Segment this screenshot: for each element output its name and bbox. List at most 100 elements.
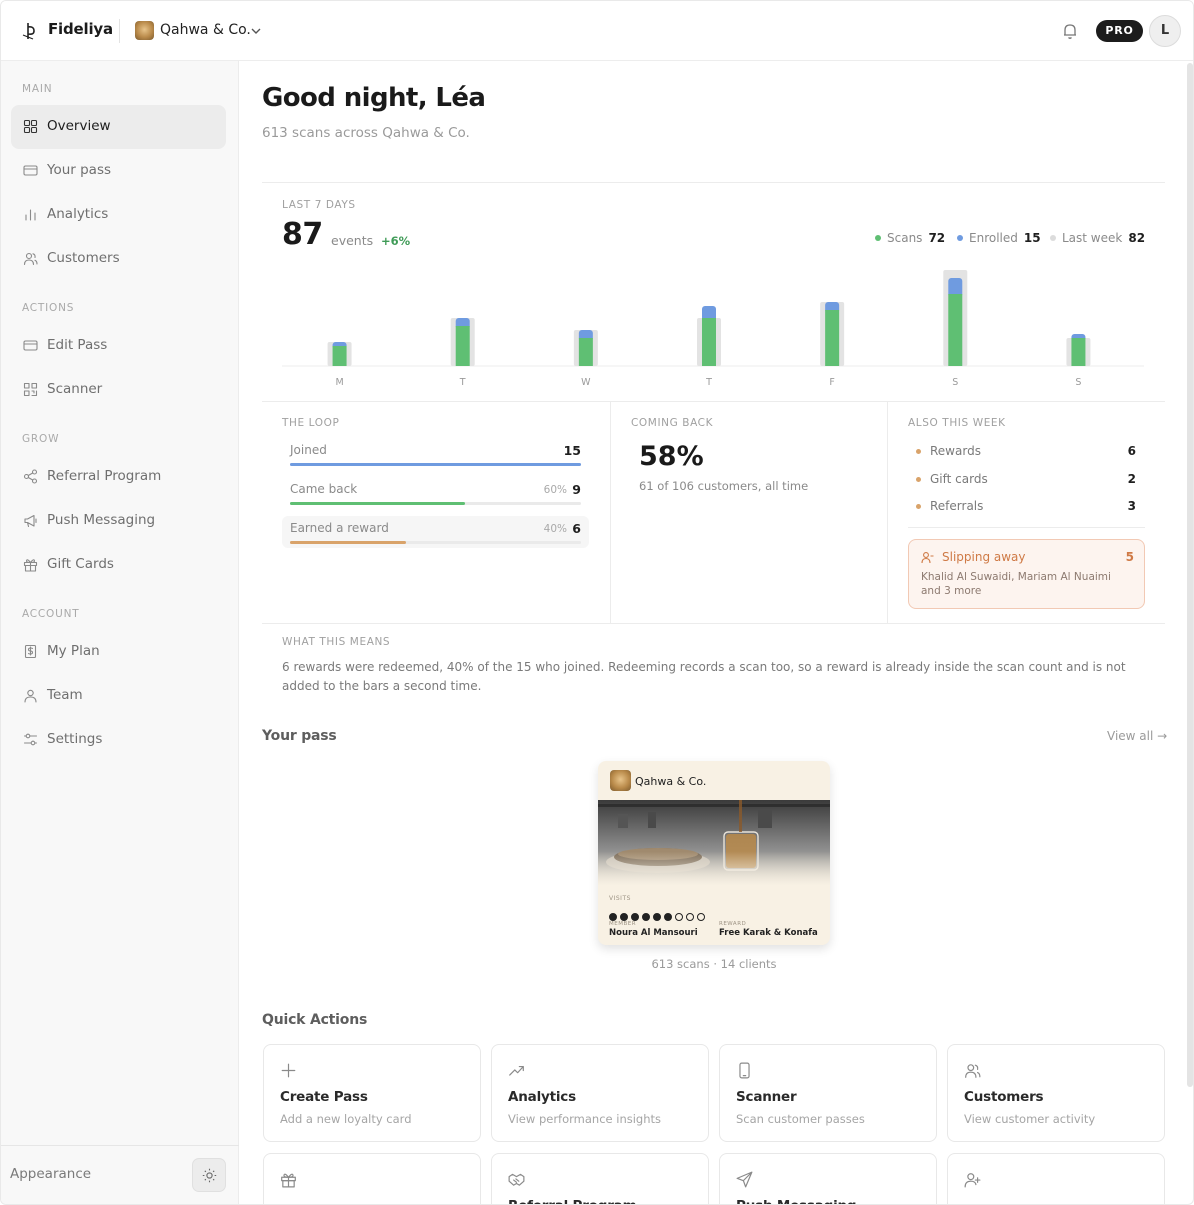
legend-dot — [957, 235, 963, 241]
sidebar-item-label: Push Messaging — [47, 512, 156, 528]
pass-brand: Qahwa & Co. — [635, 775, 707, 788]
quick-action-title: Push Messaging — [736, 1198, 857, 1204]
sidebar-item-scanner[interactable]: Scanner — [11, 368, 226, 412]
sun-icon — [202, 1168, 217, 1183]
scrollbar[interactable] — [1187, 63, 1193, 1087]
member-caption: MEMBER — [609, 921, 637, 927]
megaphone-icon — [24, 514, 37, 528]
sidebar-item-my-plan[interactable]: My Plan — [11, 630, 226, 674]
quick-action-create-pass[interactable]: Create Pass Add a new loyalty card — [263, 1044, 481, 1142]
pass-stats: 613 scans · 14 clients — [651, 957, 777, 971]
bar-scans — [948, 294, 963, 366]
quick-action-title: Scanner — [736, 1089, 797, 1105]
bell-icon[interactable] — [1061, 22, 1079, 40]
also-label: Referrals — [930, 499, 984, 513]
sidebar-item-your-pass[interactable]: Your pass — [11, 149, 226, 193]
loop-progress-track — [290, 541, 581, 544]
also-label: Gift cards — [930, 472, 988, 486]
quick-action-gift[interactable] — [263, 1153, 481, 1204]
x-tick-label: S — [1075, 377, 1081, 388]
loop-label: Joined — [290, 443, 327, 457]
sidebar-item-gift-cards[interactable]: Gift Cards — [11, 543, 226, 587]
divider — [908, 527, 1145, 528]
also-row-referrals[interactable]: Referrals 3 — [914, 499, 1136, 515]
slipping-count: 5 — [1125, 550, 1134, 564]
sidebar-item-overview[interactable]: Overview — [11, 105, 226, 149]
quick-action-referral-program[interactable]: Referral Program — [491, 1153, 709, 1204]
qr-icon — [23, 382, 38, 397]
sidebar-item-label: Referral Program — [47, 468, 162, 484]
bar-scans — [332, 346, 347, 366]
app-window: Fideliya Qahwa & Co. PRO L Appearance MA… — [0, 0, 1194, 1205]
stamp-filled — [642, 913, 650, 921]
users-icon — [23, 252, 38, 266]
sidebar-item-push-messaging[interactable]: Push Messaging — [11, 499, 226, 543]
sidebar-item-referral-program[interactable]: Referral Program — [11, 455, 226, 499]
fideliya-logo-icon[interactable] — [21, 21, 39, 41]
loop-progress-track — [290, 463, 581, 466]
stamp-filled — [664, 913, 672, 921]
x-tick-label: F — [829, 377, 834, 388]
x-tick-label: S — [952, 377, 958, 388]
visit-stamps — [609, 906, 708, 921]
plan-badge[interactable]: PRO — [1096, 20, 1143, 42]
loop-row: Came back 60% 9 — [282, 477, 589, 509]
loyalty-pass-card[interactable]: Qahwa & Co. VISITS MEMBER Noura Al Manso… — [598, 761, 830, 945]
bullet-dot — [916, 504, 921, 509]
divider — [262, 182, 1165, 183]
visits-caption: VISITS — [609, 895, 631, 902]
quick-action-scanner[interactable]: Scanner Scan customer passes — [719, 1044, 937, 1142]
sidebar-item-label: Scanner — [47, 381, 103, 397]
view-all-link[interactable]: View all → — [1107, 729, 1167, 743]
sidebar-item-label: Team — [47, 687, 83, 703]
sidebar-item-customers[interactable]: Customers — [11, 237, 226, 281]
meaning-text: 6 rewards were redeemed, 40% of the 15 w… — [282, 660, 1126, 693]
sidebar-item-label: Your pass — [47, 162, 112, 178]
trend-up-icon — [509, 1065, 524, 1076]
legend-enrolled: Enrolled 15 — [957, 231, 1041, 245]
sidebar-item-settings[interactable]: Settings — [11, 718, 226, 762]
loop-percent: 40% — [543, 523, 567, 535]
weekly-delta: +6% — [381, 234, 411, 248]
also-row-rewards[interactable]: Rewards 6 — [914, 444, 1136, 460]
loop-row: Earned a reward 40% 6 — [282, 516, 589, 548]
workspace-switcher[interactable]: Qahwa & Co. — [160, 22, 251, 38]
loop-row: Joined 15 — [282, 438, 589, 470]
quick-action-title: Create Pass — [280, 1089, 368, 1105]
sidebar-item-edit-pass[interactable]: Edit Pass — [11, 324, 226, 368]
top-bar: Fideliya Qahwa & Co. PRO L — [1, 1, 1193, 61]
loop-percent: 60% — [543, 484, 567, 496]
bullet-dot — [916, 477, 921, 482]
divider — [262, 623, 1165, 624]
stamp-empty — [697, 913, 705, 921]
chevron-down-icon[interactable] — [250, 25, 262, 37]
user-avatar[interactable]: L — [1149, 15, 1181, 47]
quick-action-push-messaging[interactable]: Push Messaging — [719, 1153, 937, 1204]
quick-action-analytics[interactable]: Analytics View performance insights — [491, 1044, 709, 1142]
loop-caption: THE LOOP — [282, 417, 340, 429]
sidebar-item-label: Settings — [47, 731, 103, 747]
slipping-away-alert[interactable]: Slipping away 5 Khalid Al Suwaidi, Maria… — [908, 539, 1145, 609]
user-plus-icon — [964, 1173, 981, 1188]
sidebar-item-team[interactable]: Team — [11, 674, 226, 718]
sidebar-item-label: Gift Cards — [47, 556, 114, 572]
also-row-gift-cards[interactable]: Gift cards 2 — [914, 472, 1136, 488]
card-icon — [23, 165, 38, 176]
pass-hero-image — [598, 800, 830, 886]
gift-icon — [281, 1173, 296, 1188]
loop-progress-fill — [290, 541, 407, 544]
legend-scans: Scans 72 — [875, 231, 945, 245]
legend-dot — [1050, 235, 1056, 241]
theme-toggle-button[interactable] — [192, 1158, 226, 1192]
also-value: 3 — [1127, 499, 1136, 513]
sidebar-item-analytics[interactable]: Analytics — [11, 193, 226, 237]
also-label: Rewards — [930, 444, 981, 458]
reward-name: Free Karak & Konafa — [719, 928, 818, 938]
handshake-icon — [508, 1173, 525, 1186]
quick-action-user-plus[interactable] — [947, 1153, 1165, 1204]
loop-value: 15 — [563, 443, 581, 458]
stamp-filled — [609, 913, 617, 921]
workspace-logo-icon[interactable] — [135, 21, 154, 40]
weekly-caption: LAST 7 DAYS — [282, 199, 356, 211]
quick-action-customers[interactable]: Customers View customer activity — [947, 1044, 1165, 1142]
